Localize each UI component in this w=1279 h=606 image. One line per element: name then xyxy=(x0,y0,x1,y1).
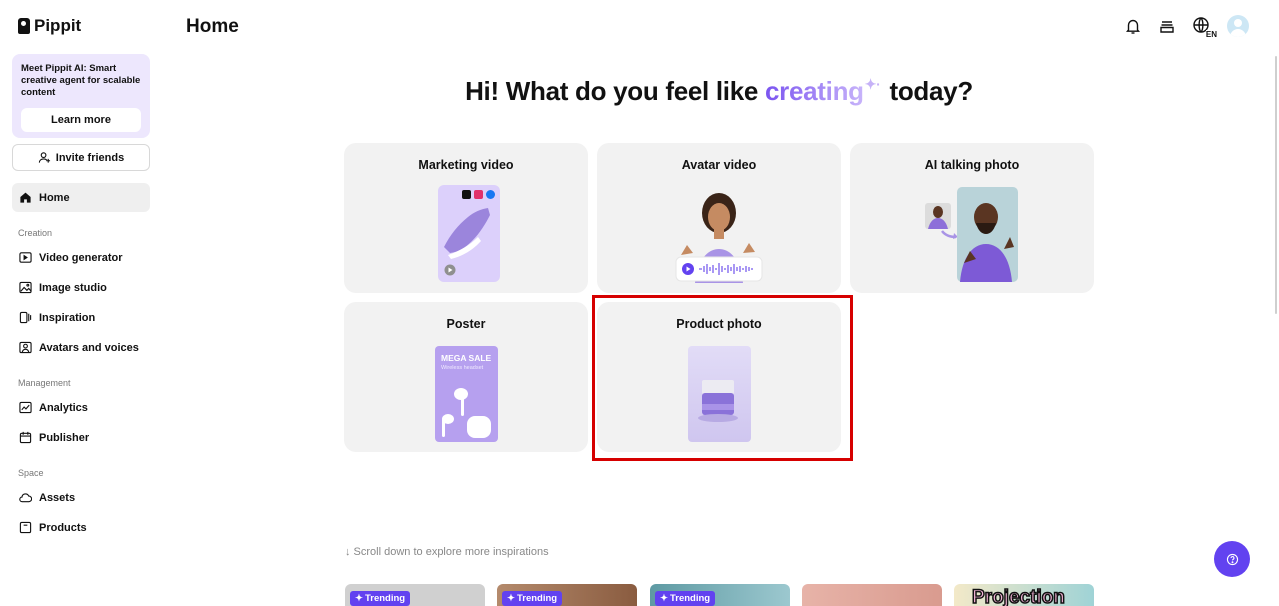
cloud-icon xyxy=(19,491,32,504)
sidebar-item-assets[interactable]: Assets xyxy=(19,491,75,504)
language-selector[interactable]: EN xyxy=(1191,15,1217,39)
sidebar-item-video-generator[interactable]: Video generator xyxy=(19,251,123,264)
earbuds-image xyxy=(442,388,491,438)
badge-label: Trending xyxy=(669,593,711,604)
add-user-icon xyxy=(38,151,51,164)
sidebar-item-label: Publisher xyxy=(39,431,90,444)
video-generator-icon xyxy=(19,251,32,264)
hero-text-after: today? xyxy=(889,76,973,106)
inspiration-tile[interactable]: ✦ Trending xyxy=(497,584,637,606)
sidebar-item-analytics[interactable]: Analytics xyxy=(19,401,88,414)
sidebar-item-label: Products xyxy=(39,521,87,534)
page-title: Home xyxy=(186,16,239,37)
section-management: Management xyxy=(18,378,71,388)
card-avatar-video[interactable]: Avatar video xyxy=(597,143,841,293)
avatar-video-thumbnail xyxy=(675,193,763,283)
tile-title: Projection xyxy=(971,586,1065,606)
avatar[interactable] xyxy=(1227,15,1249,37)
invite-friends-button[interactable]: Invite friends xyxy=(12,144,150,171)
learn-more-button[interactable]: Learn more xyxy=(21,108,141,132)
scrollbar[interactable] xyxy=(1273,56,1279,314)
sidebar-item-label: Video generator xyxy=(39,251,123,264)
products-icon xyxy=(19,521,32,534)
card-title: Avatar video xyxy=(681,158,757,172)
badge-label: Trending xyxy=(516,593,558,604)
calendar-icon xyxy=(19,431,32,444)
logo-text: Pippit xyxy=(34,16,82,35)
sidebar-item-avatars-and-voices[interactable]: Avatars and voices xyxy=(19,341,139,354)
inspiration-tile[interactable]: Projection xyxy=(954,584,1094,606)
inspiration-tile[interactable]: ✦ Trending xyxy=(650,584,790,606)
inspiration-tile[interactable] xyxy=(802,584,942,606)
sidebar-item-label: Avatars and voices xyxy=(39,341,139,354)
pippit-logo-icon xyxy=(18,18,30,34)
sparkle-icon: ✦ xyxy=(507,593,515,604)
subscription-icon[interactable] xyxy=(1157,16,1177,36)
sparkle-icon: ✦ xyxy=(660,593,668,604)
help-button[interactable] xyxy=(1214,541,1250,577)
card-marketing-video[interactable]: Marketing video xyxy=(344,143,588,293)
app-root: Pippit Meet Pippit AI: Smart creative ag… xyxy=(0,0,1279,606)
selection-highlight xyxy=(592,295,853,461)
bell-icon[interactable] xyxy=(1123,16,1143,36)
section-space: Space xyxy=(18,468,44,478)
poster-thumbnail: MEGA SALE Wireless headset xyxy=(435,346,498,442)
sparkle-icon: ✦· xyxy=(864,76,881,92)
scrollbar-thumb[interactable] xyxy=(1275,56,1277,314)
analytics-icon xyxy=(19,401,32,414)
image-studio-icon xyxy=(19,281,32,294)
sidebar-item-label: Inspiration xyxy=(39,311,96,324)
card-title: AI talking photo xyxy=(924,158,1020,172)
sidebar: Pippit Meet Pippit AI: Smart creative ag… xyxy=(0,0,162,606)
sparkle-icon: ✦ xyxy=(355,593,363,604)
badge-label: Trending xyxy=(364,593,406,604)
hero-heading: Hi! What do you feel like creating✦· tod… xyxy=(344,76,1094,107)
sidebar-item-image-studio[interactable]: Image studio xyxy=(19,281,107,294)
sidebar-item-label: Assets xyxy=(39,491,76,504)
card-ai-talking-photo[interactable]: AI talking photo xyxy=(850,143,1094,293)
section-creation: Creation xyxy=(18,228,53,238)
sidebar-item-label: Home xyxy=(39,191,70,204)
ai-talking-photo-thumbnail xyxy=(925,187,1018,282)
hero-text-before: Hi! What do you feel like xyxy=(465,76,759,106)
header-actions: EN xyxy=(1123,15,1249,39)
trending-badge: ✦ Trending xyxy=(655,591,716,606)
sidebar-item-label: Image studio xyxy=(39,281,107,294)
scroll-hint: ↓ Scroll down to explore more inspiratio… xyxy=(345,546,549,558)
promo-text: Meet Pippit AI: Smart creative agent for… xyxy=(21,63,141,98)
card-title: Marketing video xyxy=(418,158,514,172)
trending-badge: ✦ Trending xyxy=(350,591,411,606)
sidebar-item-home[interactable]: Home xyxy=(12,183,150,212)
sidebar-item-inspiration[interactable]: Inspiration xyxy=(19,311,95,324)
language-code: EN xyxy=(1205,30,1217,39)
home-icon xyxy=(19,191,32,204)
logo[interactable]: Pippit xyxy=(18,16,81,36)
inspiration-icon xyxy=(19,311,32,324)
promo-card: Meet Pippit AI: Smart creative agent for… xyxy=(12,54,150,138)
avatar-voice-icon xyxy=(19,341,32,354)
card-title: Poster xyxy=(446,317,486,331)
sidebar-item-label: Analytics xyxy=(39,401,88,414)
hero-accent-word: creating xyxy=(765,76,864,106)
card-poster[interactable]: Poster MEGA SALE Wireless headset xyxy=(344,302,588,452)
inspiration-tile[interactable]: ✦ Trending xyxy=(345,584,485,606)
marketing-video-thumbnail xyxy=(438,185,500,282)
poster-subheading: Wireless headset xyxy=(441,365,484,371)
invite-friends-label: Invite friends xyxy=(55,151,125,164)
help-icon xyxy=(1223,550,1241,568)
trending-badge: ✦ Trending xyxy=(502,591,563,606)
poster-heading: MEGA SALE xyxy=(441,353,492,363)
sidebar-item-products[interactable]: Products xyxy=(19,521,87,534)
sidebar-item-publisher[interactable]: Publisher xyxy=(19,431,89,444)
